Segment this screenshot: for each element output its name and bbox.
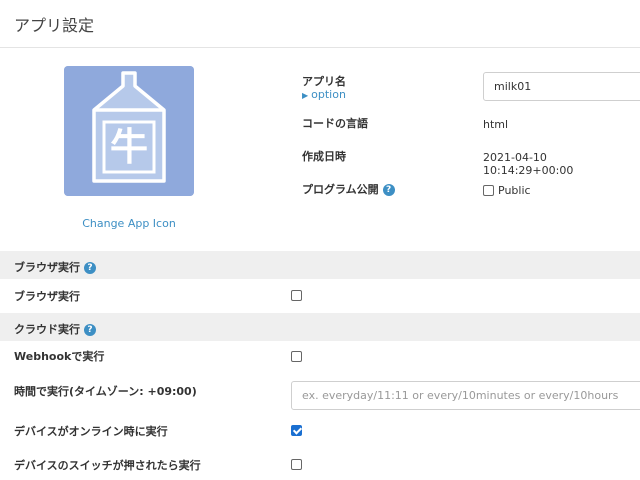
caret-right-icon: ▶ [302, 91, 309, 100]
change-app-icon-link[interactable]: Change App Icon [64, 217, 194, 230]
cloud-section-title-text: クラウド実行 [14, 323, 80, 336]
code-language-value: html [483, 118, 509, 131]
webhook-run-label: Webhookで実行 [14, 350, 105, 363]
question-circle-icon[interactable]: ? [84, 324, 96, 336]
created-at-value: 2021-04-10 10:14:29+00:00 [483, 151, 574, 177]
app-icon[interactable]: 牛 [64, 66, 194, 196]
public-label: Public [498, 183, 531, 197]
schedule-run-label: 時間で実行(タイムゾーン: +09:00) [14, 385, 197, 398]
public-checkbox[interactable] [483, 184, 494, 196]
browser-section-title: ブラウザ実行? [14, 259, 96, 275]
code-language-label: コードの言語 [302, 117, 368, 130]
browser-section-header: ブラウザ実行? [0, 251, 640, 279]
online-run-checkbox[interactable] [291, 425, 302, 436]
switch-run-checkbox[interactable] [291, 459, 302, 470]
public-option: Public [483, 183, 531, 197]
title-divider [0, 47, 640, 48]
webhook-run-checkbox[interactable] [291, 351, 302, 362]
app-name-input[interactable] [483, 72, 640, 101]
page-title: アプリ設定 [14, 16, 95, 35]
program-publish-label: プログラム公開? [302, 181, 395, 197]
app-icon-glyph: 牛 [110, 125, 148, 169]
cloud-section-header: クラウド実行? [0, 313, 640, 341]
question-circle-icon[interactable]: ? [382, 184, 395, 196]
cloud-section-title: クラウド実行? [14, 321, 96, 337]
option-toggle-label: option [311, 88, 346, 101]
schedule-input[interactable] [291, 381, 640, 410]
switch-run-label: デバイスのスイッチが押されたら実行 [14, 459, 201, 472]
browser-run-checkbox[interactable] [291, 290, 302, 301]
option-toggle[interactable]: ▶ option [302, 88, 346, 101]
program-publish-text: プログラム公開 [302, 183, 379, 196]
created-at-label: 作成日時 [302, 150, 346, 163]
browser-section-title-text: ブラウザ実行 [14, 261, 80, 274]
online-run-label: デバイスがオンライン時に実行 [14, 425, 168, 438]
question-circle-icon[interactable]: ? [84, 262, 96, 274]
browser-run-label: ブラウザ実行 [14, 290, 80, 303]
app-name-label: アプリ名 [302, 75, 346, 88]
